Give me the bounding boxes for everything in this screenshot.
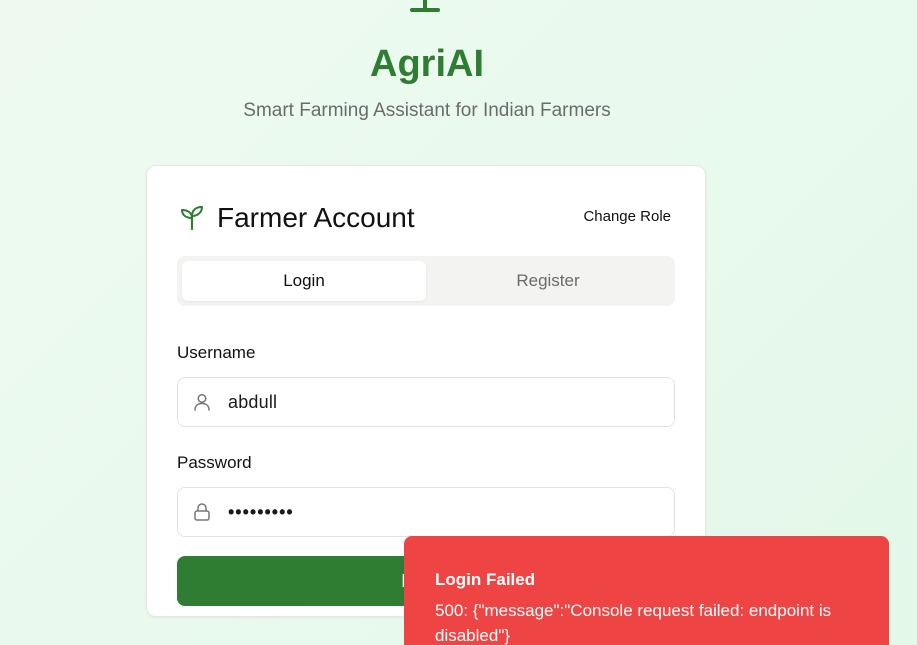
tab-login[interactable]: Login [182,261,426,301]
username-label: Username [177,343,256,362]
password-label: Password [177,453,252,472]
lock-icon [194,503,210,521]
tab-register[interactable]: Register [426,261,670,301]
app-subtitle: Smart Farming Assistant for Indian Farme… [243,100,611,121]
auth-tabs: Login Register [177,256,675,306]
password-field[interactable]: ••••••••• [177,487,675,537]
username-input[interactable]: abdull [228,392,277,413]
card-header: Farmer Account [179,202,415,234]
user-icon [194,393,210,411]
error-toast[interactable]: Login Failed 500: {"message":"Console re… [404,536,889,645]
app-title: AgriAI [370,43,484,85]
card-title: Farmer Account [217,202,415,233]
toast-message: 500: {"message":"Console request failed:… [435,601,832,645]
username-field[interactable]: abdull [177,377,675,427]
toast-title: Login Failed [435,570,536,589]
password-input[interactable]: ••••••••• [228,502,294,523]
sprout-icon [181,206,203,231]
sprout-logo-icon [410,0,440,12]
change-role-button[interactable]: Change Role [583,208,671,225]
